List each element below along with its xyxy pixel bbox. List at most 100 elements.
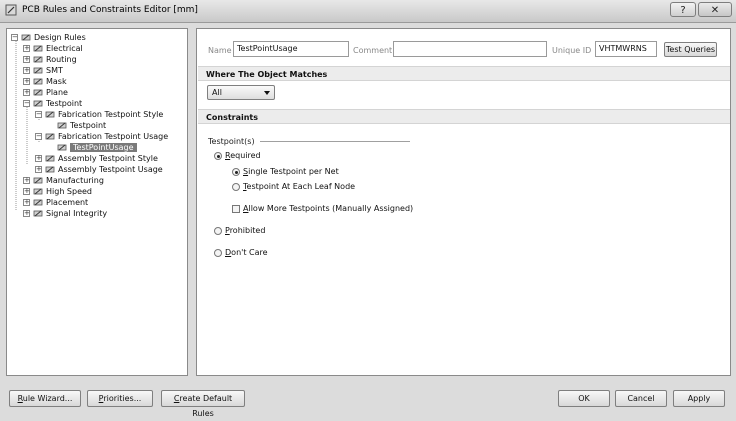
- prohibited-radio[interactable]: [214, 227, 222, 235]
- plane-icon: [33, 88, 43, 97]
- electrical-icon: [33, 44, 43, 53]
- comment-input[interactable]: [393, 41, 547, 57]
- dont-care-radio[interactable]: [214, 249, 222, 257]
- create-default-rules-button[interactable]: Create Default Rules: [161, 390, 245, 418]
- tree-item[interactable]: − Fabrication Testpoint Style: [35, 109, 163, 120]
- tree-item-label: Routing: [46, 55, 77, 64]
- allow-more-checkbox[interactable]: [232, 205, 240, 213]
- rule-wizard-button[interactable]: Rule Wizard...: [9, 390, 81, 407]
- tree-item[interactable]: + Electrical: [23, 43, 83, 54]
- tree-item[interactable]: + Assembly Testpoint Style: [35, 153, 158, 164]
- mask-icon: [33, 77, 43, 86]
- each-leaf-node-label: Testpoint At Each Leaf Node: [243, 182, 356, 191]
- required-radio[interactable]: [214, 152, 222, 160]
- close-button[interactable]: ✕: [698, 2, 732, 17]
- app-icon: [5, 4, 17, 16]
- tree-item[interactable]: + Mask: [23, 76, 67, 87]
- match-scope-select[interactable]: All: [207, 85, 275, 100]
- collapse-icon[interactable]: −: [35, 133, 42, 140]
- single-testpoint-radio[interactable]: [232, 168, 240, 176]
- comment-label: Comment: [353, 46, 393, 55]
- tree-item-label: Assembly Testpoint Style: [58, 154, 158, 163]
- tree-item[interactable]: + Signal Integrity: [23, 208, 107, 219]
- dont-care-label: Don't Care: [225, 248, 268, 257]
- folder-icon: [21, 33, 31, 42]
- tree-item-label: Placement: [46, 198, 89, 207]
- title-bar: PCB Rules and Constraints Editor [mm] ? …: [0, 0, 736, 23]
- tree-item[interactable]: − Design Rules: [11, 32, 86, 43]
- ok-button[interactable]: OK: [558, 390, 610, 407]
- tree-item[interactable]: + SMT: [23, 65, 63, 76]
- priorities-button[interactable]: Priorities...: [87, 390, 153, 407]
- tree-item[interactable]: + Routing: [23, 54, 77, 65]
- expand-icon[interactable]: +: [23, 177, 30, 184]
- allow-more-label: Allow More Testpoints (Manually Assigned…: [243, 204, 414, 213]
- tree-item[interactable]: + Plane: [23, 87, 68, 98]
- testpoint-rule-icon: [45, 110, 55, 119]
- tree-item-label: Fabrication Testpoint Usage: [58, 132, 169, 141]
- signal-integrity-icon: [33, 209, 43, 218]
- routing-icon: [33, 55, 43, 64]
- tree-item-label: High Speed: [46, 187, 93, 196]
- tree-item[interactable]: − Fabrication Testpoint Usage: [35, 131, 168, 142]
- tree-item[interactable]: + Manufacturing: [23, 175, 104, 186]
- testpoint-rule-icon: [57, 121, 67, 130]
- match-scope-value: All: [212, 88, 222, 97]
- each-leaf-node-radio[interactable]: [232, 183, 240, 191]
- unique-id-label: Unique ID: [552, 46, 592, 55]
- high-speed-icon: [33, 187, 43, 196]
- tree-item-label: Manufacturing: [46, 176, 104, 185]
- expand-icon[interactable]: +: [23, 188, 30, 195]
- where-object-matches-header: Where The Object Matches: [198, 66, 730, 81]
- tree-item[interactable]: Testpoint: [47, 120, 106, 131]
- testpoints-group-label: Testpoint(s): [208, 137, 255, 146]
- expand-icon[interactable]: +: [23, 67, 30, 74]
- tree-item-label: Plane: [46, 88, 68, 97]
- tree-item-label: TestPointUsage: [70, 143, 137, 152]
- rule-details-panel: Name TestPointUsage Comment Unique ID VH…: [196, 28, 731, 376]
- tree-item[interactable]: − Testpoint: [23, 98, 82, 109]
- expand-icon[interactable]: +: [23, 89, 30, 96]
- apply-button[interactable]: Apply: [673, 390, 725, 407]
- testpoint-icon: [33, 99, 43, 108]
- testpoint-rule-icon: [57, 143, 67, 152]
- expand-icon[interactable]: +: [23, 45, 30, 52]
- test-queries-button[interactable]: Test Queries: [664, 42, 717, 57]
- rules-tree-panel: − Design Rules + Electrical + Routing + SMT + Mas…: [6, 28, 188, 376]
- testpoint-rule-icon: [45, 132, 55, 141]
- close-icon: ✕: [710, 5, 720, 16]
- required-label: Required: [225, 151, 261, 160]
- expand-icon[interactable]: +: [35, 166, 42, 173]
- tree-item-label: Design Rules: [34, 33, 86, 42]
- dropdown-arrow-icon: [264, 91, 270, 95]
- tree-item-label: Mask: [46, 77, 67, 86]
- tree-item[interactable]: + Assembly Testpoint Usage: [35, 164, 163, 175]
- expand-icon[interactable]: +: [23, 199, 30, 206]
- window-title: PCB Rules and Constraints Editor [mm]: [22, 5, 198, 15]
- tree-item[interactable]: + Placement: [23, 197, 88, 208]
- help-button[interactable]: ?: [670, 2, 696, 17]
- expand-icon[interactable]: +: [23, 78, 30, 85]
- smt-icon: [33, 66, 43, 75]
- testpoint-rule-icon: [45, 165, 55, 174]
- expand-icon[interactable]: +: [23, 56, 30, 63]
- testpoint-rule-icon: [45, 154, 55, 163]
- tree-item-label: Testpoint: [46, 99, 83, 108]
- collapse-icon[interactable]: −: [23, 100, 30, 107]
- prohibited-label: Prohibited: [225, 226, 266, 235]
- tree-item-label: Signal Integrity: [46, 209, 108, 218]
- expand-icon[interactable]: +: [35, 155, 42, 162]
- tree-item-label: Fabrication Testpoint Style: [58, 110, 164, 119]
- placement-icon: [33, 198, 43, 207]
- tree-item[interactable]: TestPointUsage: [47, 142, 137, 153]
- collapse-icon[interactable]: −: [11, 34, 18, 41]
- tree-item[interactable]: + High Speed: [23, 186, 92, 197]
- tree-item-label: SMT: [46, 66, 63, 75]
- single-testpoint-label: Single Testpoint per Net: [243, 167, 339, 176]
- expand-icon[interactable]: +: [23, 210, 30, 217]
- collapse-icon[interactable]: −: [35, 111, 42, 118]
- cancel-button[interactable]: Cancel: [615, 390, 667, 407]
- manufacturing-icon: [33, 176, 43, 185]
- name-input[interactable]: TestPointUsage: [233, 41, 349, 57]
- unique-id-input[interactable]: VHTMWRNS: [595, 41, 657, 57]
